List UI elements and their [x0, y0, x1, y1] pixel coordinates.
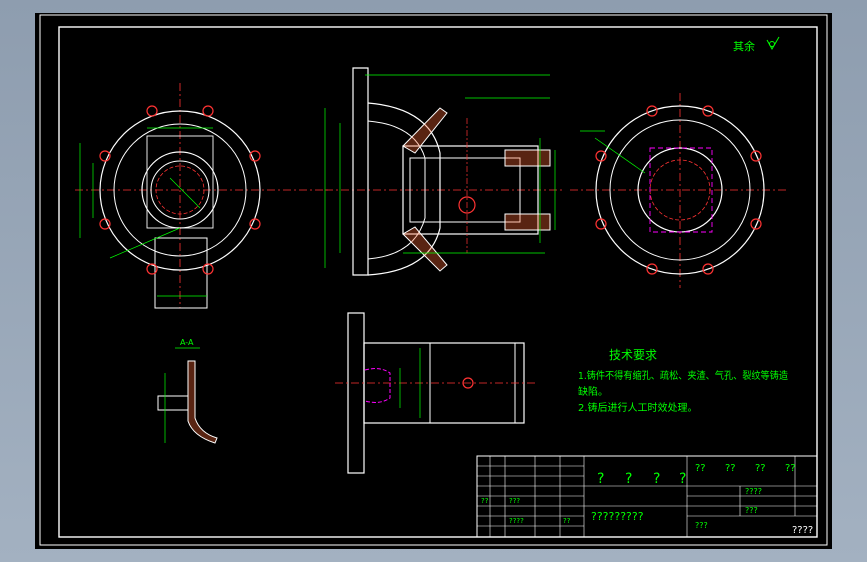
section-a-a-label: A-A [180, 338, 194, 347]
tb-big-3: ? [653, 471, 660, 487]
section-a-a: A-A [157, 338, 218, 444]
tb-right-top-2: ?? [725, 463, 736, 474]
tb-right-row-1: ???? [745, 487, 762, 496]
tb-left-row-4: ?? [563, 517, 571, 525]
tb-left-row-3: ???? [509, 517, 524, 525]
tb-corner-text: ???? [792, 525, 813, 536]
roughness-label: 其余 [733, 39, 755, 53]
tech-notes-title: 技术要求 [609, 348, 657, 362]
roughness-symbol-icon [766, 36, 780, 51]
inner-frame [58, 26, 818, 538]
tb-right-top-1: ?? [695, 463, 706, 474]
title-block: ? ? ? ? ?? ?? ?? ?? ???? ??? ??? ?? ??? … [476, 455, 818, 538]
tech-note-2: 2.铸后进行人工时效处理。 [578, 401, 698, 414]
tech-note-1b: 缺陷。 [578, 385, 608, 398]
tb-bottom-text: ????????? [591, 510, 644, 523]
drawing-svg: 其余 A-A 技术要求 1.铸件不得有缩孔、疏松、夹渣、气孔、裂纹等铸造 缺陷。… [39, 14, 828, 546]
tb-left-row-1: ?? [481, 497, 489, 505]
tb-left-row-2: ??? [509, 497, 520, 505]
tb-big-4: ? [679, 471, 686, 487]
drawing-canvas[interactable]: 其余 A-A 技术要求 1.铸件不得有缩孔、疏松、夹渣、气孔、裂纹等铸造 缺陷。… [35, 13, 832, 549]
bottom-elevation-view [335, 312, 535, 474]
left-end-view [75, 83, 330, 309]
outer-frame [39, 14, 828, 546]
tb-right-top-3: ?? [755, 463, 766, 474]
tech-note-1: 1.铸件不得有缩孔、疏松、夹渣、气孔、裂纹等铸造 [578, 369, 788, 382]
tb-big-1: ? [597, 471, 604, 487]
cad-viewport[interactable]: 其余 A-A 技术要求 1.铸件不得有缩孔、疏松、夹渣、气孔、裂纹等铸造 缺陷。… [0, 0, 867, 562]
tb-right-row-2: ??? [745, 506, 758, 515]
tb-big-2: ? [625, 471, 632, 487]
tb-right-top-4: ?? [785, 463, 796, 474]
tb-right-row-3: ??? [695, 521, 708, 530]
center-section-view [324, 67, 565, 276]
right-end-view [570, 93, 787, 288]
technical-requirements: 技术要求 1.铸件不得有缩孔、疏松、夹渣、气孔、裂纹等铸造 缺陷。 2.铸后进行… [578, 348, 788, 414]
